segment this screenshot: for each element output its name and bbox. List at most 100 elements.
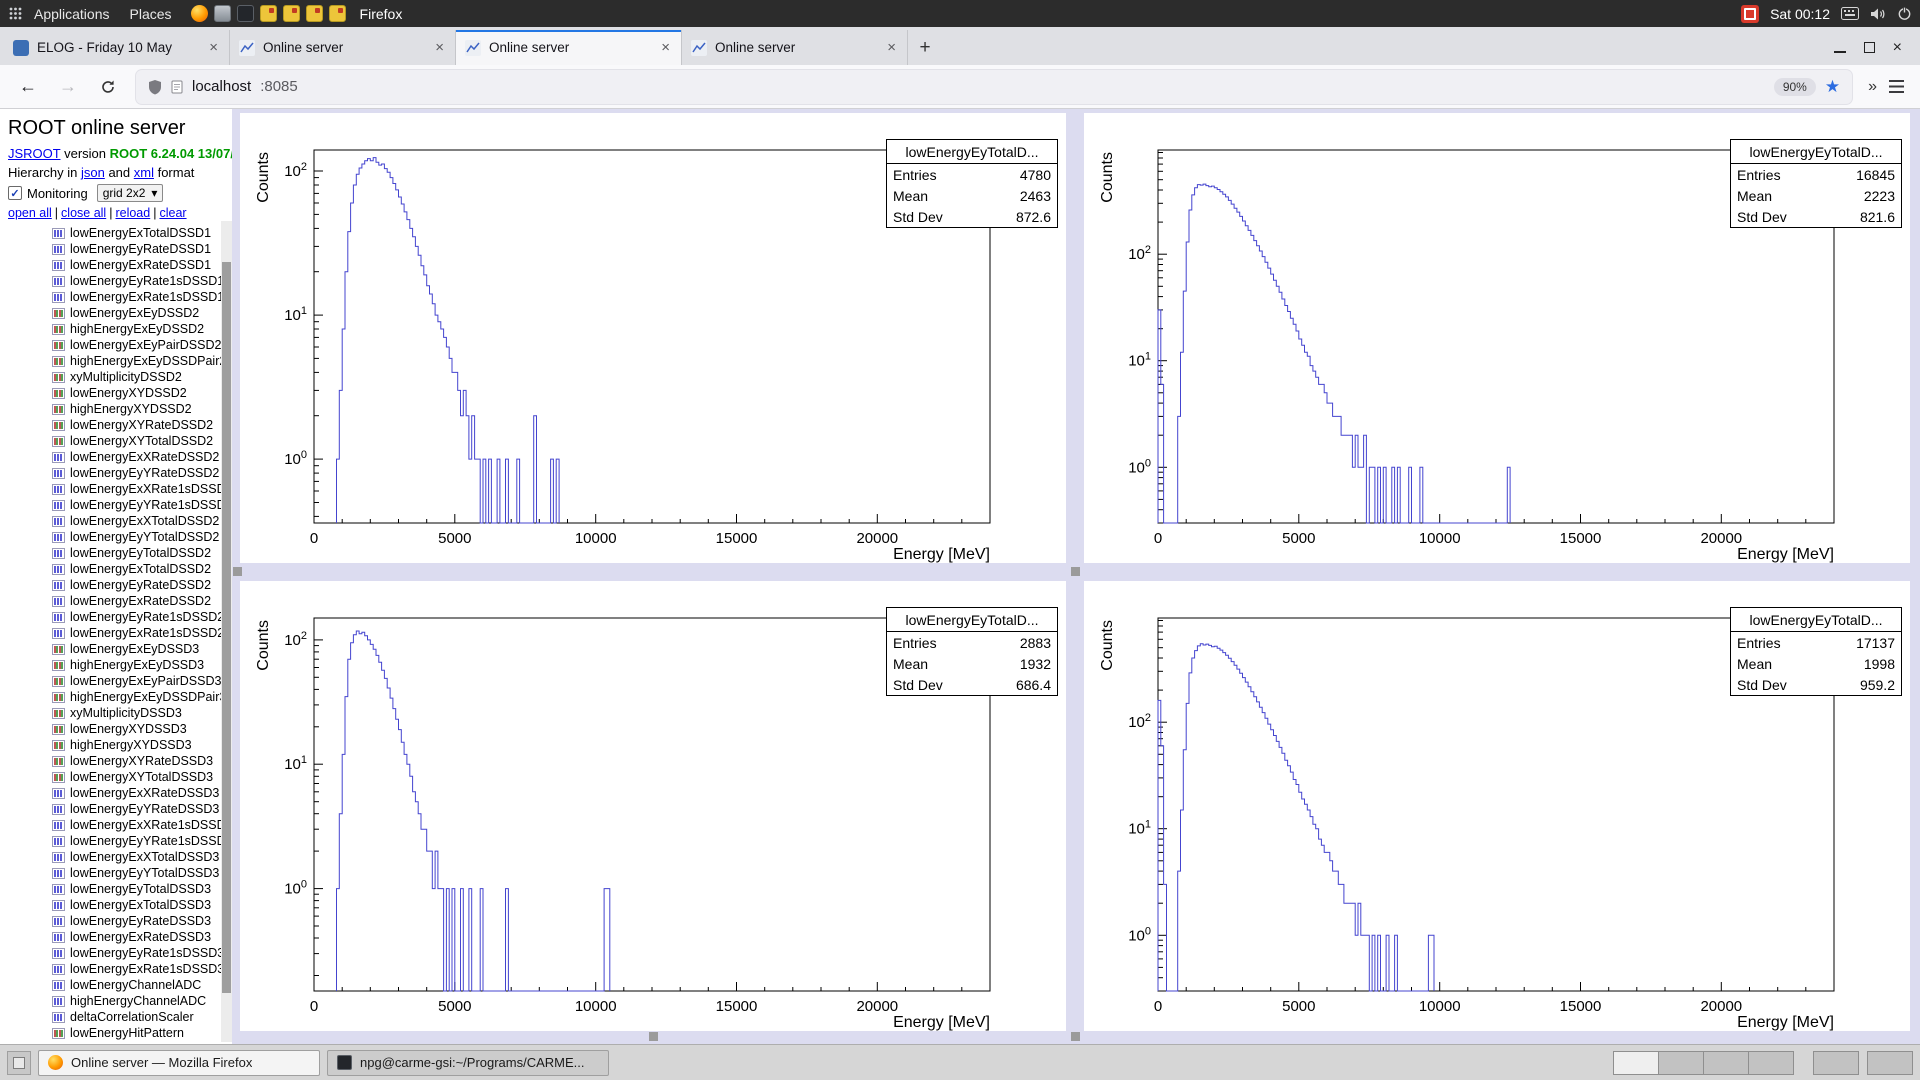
xml-link[interactable]: xml xyxy=(134,165,154,180)
tree-item[interactable]: lowEnergyEyRate1sDSSD2 xyxy=(8,609,220,625)
tree-item[interactable]: lowEnergyExXRateDSSD2 xyxy=(8,449,220,465)
tree-item[interactable]: lowEnergyExXTotalDSSD3 xyxy=(8,849,220,865)
tab-elog[interactable]: ELOG - Friday 10 May × xyxy=(4,30,230,65)
tree-item[interactable]: lowEnergyExTotalDSSD2 xyxy=(8,561,220,577)
taskbar-window-firefox[interactable]: Online server — Mozilla Firefox xyxy=(38,1050,320,1076)
tree-item[interactable]: lowEnergyExXTotalDSSD2 xyxy=(8,513,220,529)
close-all-link[interactable]: close all xyxy=(52,206,106,220)
resize-handle[interactable] xyxy=(1071,1032,1080,1041)
workspace-2[interactable] xyxy=(1658,1051,1704,1075)
status-icon-red[interactable] xyxy=(1741,5,1759,23)
tree-item[interactable]: highEnergyXYDSSD2 xyxy=(8,401,220,417)
tab-close-icon[interactable]: × xyxy=(433,39,446,56)
scrollbar-thumb[interactable] xyxy=(222,262,231,993)
tree-item[interactable]: lowEnergyXYRateDSSD3 xyxy=(8,753,220,769)
tree-item[interactable]: lowEnergyExXRateDSSD3 xyxy=(8,785,220,801)
tree-item[interactable]: xyMultiplicityDSSD2 xyxy=(8,369,220,385)
tree-item[interactable]: highEnergyXYDSSD3 xyxy=(8,737,220,753)
plot-canvas-3[interactable]: 05000100001500020000100101102Energy [MeV… xyxy=(1084,581,1910,1031)
show-desktop-button[interactable] xyxy=(7,1051,31,1075)
tree-item[interactable]: lowEnergyEyRateDSSD2 xyxy=(8,577,220,593)
tree-item[interactable]: lowEnergyXYDSSD3 xyxy=(8,721,220,737)
tree-item[interactable]: lowEnergyEyRate1sDSSD3 xyxy=(8,945,220,961)
app-launcher-icon[interactable] xyxy=(306,5,323,22)
tree-item[interactable]: lowEnergyExRate1sDSSD2 xyxy=(8,625,220,641)
tree-item[interactable]: lowEnergyExXRate1sDSSD2 xyxy=(8,481,220,497)
bookmark-star-icon[interactable]: ★ xyxy=(1825,77,1840,97)
tree-item[interactable]: lowEnergyEyRateDSSD1 xyxy=(8,241,220,257)
tree-item[interactable]: lowEnergyEyTotalDSSD2 xyxy=(8,545,220,561)
zoom-level-badge[interactable]: 90% xyxy=(1774,78,1816,96)
focused-app-label[interactable]: Firefox xyxy=(360,6,403,22)
minimize-button[interactable] xyxy=(1834,51,1846,53)
taskbar-tray-button[interactable] xyxy=(1813,1051,1859,1075)
jsroot-link[interactable]: JSROOT xyxy=(8,146,61,161)
open-all-link[interactable]: open all xyxy=(8,206,52,220)
tree-item[interactable]: lowEnergyExRateDSSD1 xyxy=(8,257,220,273)
app-launcher-icon[interactable] xyxy=(329,5,346,22)
tree-item[interactable]: lowEnergyExTotalDSSD3 xyxy=(8,897,220,913)
tree-item[interactable]: lowEnergyExEyDSSD2 xyxy=(8,305,220,321)
tree-item[interactable]: lowEnergyExRate1sDSSD1 xyxy=(8,289,220,305)
reload-button[interactable] xyxy=(92,71,124,103)
files-launcher-icon[interactable] xyxy=(214,5,231,22)
tree-item[interactable]: lowEnergyXYTotalDSSD2 xyxy=(8,433,220,449)
workspace-3[interactable] xyxy=(1703,1051,1749,1075)
tree-item[interactable]: lowEnergyExTotalDSSD1 xyxy=(8,225,220,241)
tree-item[interactable]: xyMultiplicityDSSD3 xyxy=(8,705,220,721)
tree-item[interactable]: lowEnergyExRateDSSD3 xyxy=(8,929,220,945)
resize-handle[interactable] xyxy=(1071,567,1080,576)
tree-item[interactable]: lowEnergyEyYTotalDSSD2 xyxy=(8,529,220,545)
clear-link[interactable]: clear xyxy=(150,206,186,220)
url-bar[interactable]: localhost:8085 90% ★ xyxy=(136,70,1852,104)
hamburger-menu-icon[interactable] xyxy=(1889,80,1904,93)
tab-close-icon[interactable]: × xyxy=(659,39,672,56)
tree-item[interactable]: lowEnergyEyRateDSSD3 xyxy=(8,913,220,929)
grid-layout-select[interactable]: grid 2x2▾ xyxy=(97,184,164,202)
tree-item[interactable]: lowEnergyEyYRateDSSD2 xyxy=(8,465,220,481)
panel-clock[interactable]: Sat 00:12 xyxy=(1770,6,1830,22)
tree-item[interactable]: lowEnergyChannelADC xyxy=(8,977,220,993)
workspace-4[interactable] xyxy=(1748,1051,1794,1075)
tree-item[interactable]: highEnergyExEyDSSD3 xyxy=(8,657,220,673)
firefox-launcher-icon[interactable] xyxy=(191,5,208,22)
tree-item[interactable]: lowEnergyEyYTotalDSSD3 xyxy=(8,865,220,881)
stats-box[interactable]: lowEnergyEyTotalD... Entries17137 Mean19… xyxy=(1730,607,1902,696)
monitoring-checkbox[interactable]: ✓ xyxy=(8,186,22,200)
tree-item[interactable]: lowEnergyExRateDSSD2 xyxy=(8,593,220,609)
tree-item[interactable]: lowEnergyEyYRateDSSD3 xyxy=(8,801,220,817)
overflow-menu-button[interactable]: » xyxy=(1868,78,1877,96)
stats-box[interactable]: lowEnergyEyTotalD... Entries16845 Mean22… xyxy=(1730,139,1902,228)
reload-link[interactable]: reload xyxy=(106,206,150,220)
tree-item[interactable]: lowEnergyHitPattern xyxy=(8,1025,220,1041)
stats-box[interactable]: lowEnergyEyTotalD... Entries4780 Mean246… xyxy=(886,139,1058,228)
tab-online-server-2-active[interactable]: Online server × xyxy=(456,30,682,65)
page-info-icon[interactable] xyxy=(171,80,183,94)
tab-online-server-3[interactable]: Online server × xyxy=(682,30,908,65)
places-menu[interactable]: Places xyxy=(121,0,181,27)
plot-canvas-0[interactable]: 05000100001500020000100101102Energy [MeV… xyxy=(240,113,1066,563)
tree-item[interactable]: lowEnergyXYRateDSSD2 xyxy=(8,417,220,433)
tree-item[interactable]: highEnergyExEyDSSD2 xyxy=(8,321,220,337)
resize-handle[interactable] xyxy=(649,1032,658,1041)
taskbar-trash-button[interactable] xyxy=(1867,1051,1913,1075)
tree-item[interactable]: lowEnergyEyYRate1sDSSD3 xyxy=(8,833,220,849)
plot-canvas-1[interactable]: 05000100001500020000100101102Energy [MeV… xyxy=(1084,113,1910,563)
shield-icon[interactable] xyxy=(148,79,162,95)
keyboard-indicator-icon[interactable] xyxy=(1841,7,1859,20)
tab-online-server-1[interactable]: Online server × xyxy=(230,30,456,65)
json-link[interactable]: json xyxy=(81,165,105,180)
tab-close-icon[interactable]: × xyxy=(885,39,898,56)
tree-item[interactable]: lowEnergyExEyPairDSSD3 xyxy=(8,673,220,689)
tree-item[interactable]: lowEnergyExEyPairDSSD2 xyxy=(8,337,220,353)
forward-button[interactable]: → xyxy=(52,71,84,103)
tree-item[interactable]: lowEnergyExEyDSSD3 xyxy=(8,641,220,657)
tree-item[interactable]: lowEnergyXYTotalDSSD3 xyxy=(8,769,220,785)
terminal-launcher-icon[interactable] xyxy=(237,5,254,22)
tree-item[interactable]: lowEnergyXYDSSD2 xyxy=(8,385,220,401)
tree-item[interactable]: lowEnergyEyTotalDSSD3 xyxy=(8,881,220,897)
app-launcher-icon[interactable] xyxy=(260,5,277,22)
tree-item[interactable]: highEnergyExEyDSSDPair2 xyxy=(8,353,220,369)
tree-item[interactable]: lowEnergyExRate1sDSSD3 xyxy=(8,961,220,977)
app-launcher-icon[interactable] xyxy=(283,5,300,22)
